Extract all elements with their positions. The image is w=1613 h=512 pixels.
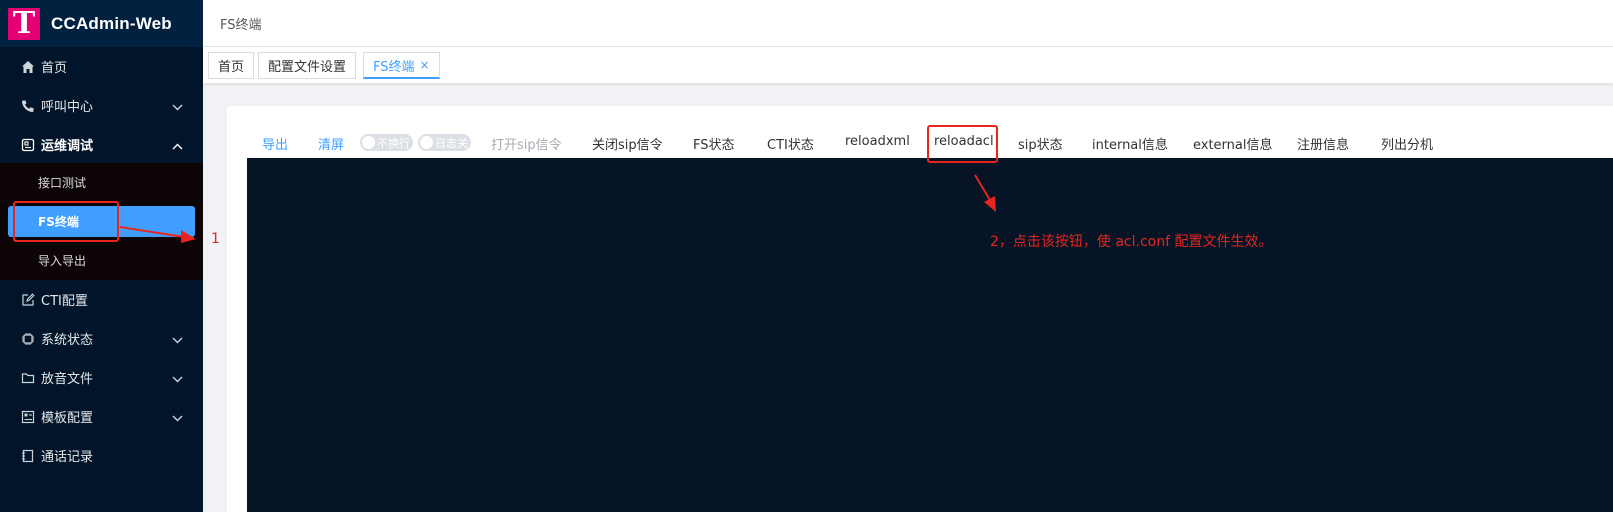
sidebar-item-label: CTI配置: [41, 294, 88, 309]
sidebar-subitem-import-export[interactable]: 导入导出: [0, 241, 203, 280]
breadcrumb: FS终端: [220, 17, 262, 33]
annotation-box-reloadacl: [927, 125, 998, 163]
sidebar-item-audio-files[interactable]: 放音文件: [0, 358, 203, 397]
sidebar-item-home[interactable]: 首页: [0, 47, 203, 86]
template-icon: [20, 409, 36, 425]
sidebar-item-call-records[interactable]: 通话记录: [0, 436, 203, 475]
registration-info-button[interactable]: 注册信息: [1297, 134, 1349, 153]
sidebar-item-label: 运维调试: [41, 139, 94, 154]
brand[interactable]: T CCAdmin-Web: [0, 0, 203, 47]
tab-config-file-settings[interactable]: 配置文件设置: [258, 52, 357, 79]
log-toggle-label: 日志关: [435, 136, 468, 150]
sidebar-item-label: 系统状态: [41, 333, 94, 348]
fs-status-button[interactable]: FS状态: [693, 134, 735, 153]
annotation-box-fs-terminal: [13, 201, 119, 242]
edit-icon: [20, 292, 36, 308]
chevron-down-icon: [172, 411, 183, 426]
clear-screen-button[interactable]: 清屏: [318, 134, 344, 153]
export-button[interactable]: 导出: [262, 134, 288, 153]
chevron-down-icon: [172, 333, 183, 348]
close-icon[interactable]: ×: [420, 58, 430, 72]
list-extensions-button[interactable]: 列出分机: [1381, 134, 1433, 153]
internal-info-button[interactable]: internal信息: [1092, 134, 1168, 153]
record-icon: [20, 448, 36, 464]
toggle-knob: [362, 136, 375, 149]
header-breadcrumb: FS终端: [203, 0, 1613, 47]
tab-label: 配置文件设置: [268, 60, 347, 75]
debug-icon: [20, 137, 36, 153]
chevron-down-icon: [172, 100, 183, 115]
sidebar-item-label: 通话记录: [41, 450, 94, 465]
annotation-step-2: 2，点击该按钮，使 acl.conf 配置文件生效。: [990, 234, 1273, 250]
sidebar-item-ops-debug[interactable]: 运维调试: [0, 125, 203, 164]
tab-label: FS终端: [373, 59, 415, 75]
chip-icon: [20, 331, 36, 347]
sidebar-item-template-config[interactable]: 模板配置: [0, 397, 203, 436]
sidebar-item-call-center[interactable]: 呼叫中心: [0, 86, 203, 125]
brand-name: CCAdmin-Web: [51, 13, 172, 33]
tab-home[interactable]: 首页: [208, 52, 255, 79]
folder-icon: [20, 370, 36, 386]
wrap-toggle-label: 不换行: [377, 136, 410, 150]
close-sip-trace-button[interactable]: 关闭sip信令: [592, 134, 663, 153]
annotation-step-1: 1: [211, 231, 220, 247]
sidebar-item-system-status[interactable]: 系统状态: [0, 319, 203, 358]
sidebar-item-label: 呼叫中心: [41, 100, 94, 115]
sip-status-button[interactable]: sip状态: [1018, 134, 1063, 153]
reloadxml-button[interactable]: reloadxml: [845, 134, 910, 149]
chevron-down-icon: [172, 372, 183, 387]
sidebar-subitem-label: 导入导出: [38, 254, 87, 268]
log-toggle[interactable]: 日志关: [418, 134, 471, 151]
cti-status-button[interactable]: CTI状态: [767, 134, 814, 153]
toggle-knob: [420, 136, 433, 149]
tab-fs-terminal[interactable]: FS终端 ×: [363, 52, 440, 79]
sidebar: T CCAdmin-Web 首页 呼叫中心 运维调试 接口测试 FS终端 导入导…: [0, 0, 203, 512]
sidebar-item-label: 首页: [41, 61, 68, 76]
sidebar-subitem-api-test[interactable]: 接口测试: [0, 163, 203, 202]
external-info-button[interactable]: external信息: [1193, 134, 1273, 153]
phone-icon: [20, 98, 36, 114]
tab-label: 首页: [218, 60, 245, 75]
terminal-output[interactable]: [247, 158, 1613, 512]
chevron-up-icon: [172, 139, 183, 154]
brand-logo: T: [8, 7, 40, 40]
tags-view: 首页 配置文件设置 FS终端 ×: [203, 47, 1613, 84]
sidebar-subitem-label: 接口测试: [38, 176, 87, 190]
wrap-toggle[interactable]: 不换行: [360, 134, 413, 151]
open-sip-trace-button[interactable]: 打开sip信令: [491, 134, 562, 153]
sidebar-item-cti-config[interactable]: CTI配置: [0, 280, 203, 319]
home-icon: [20, 59, 36, 75]
sidebar-item-label: 模板配置: [41, 411, 94, 426]
sidebar-item-label: 放音文件: [41, 372, 94, 387]
